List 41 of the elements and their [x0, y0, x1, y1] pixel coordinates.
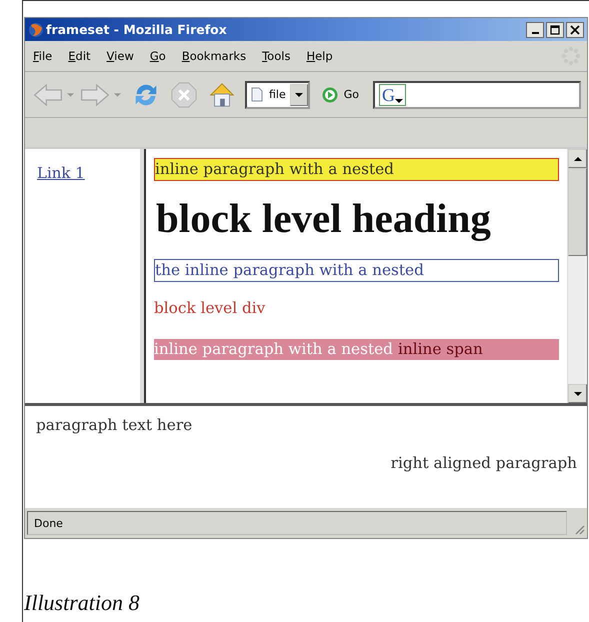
figure-caption: Illustration 8: [24, 590, 141, 616]
go-button[interactable]: Go: [322, 86, 360, 102]
home-icon[interactable]: [208, 80, 236, 108]
scroll-thumb[interactable]: [568, 168, 587, 256]
link[interactable]: Link 1: [37, 164, 85, 182]
paragraph: block level div: [154, 298, 266, 319]
menu-item[interactable]: Go: [150, 49, 166, 63]
resize-grip-icon[interactable]: [573, 523, 585, 535]
highlighted-paragraph: inline paragraph with a nested: [154, 158, 559, 181]
up-arrow-icon: [574, 156, 582, 160]
heading: block level heading: [156, 194, 492, 242]
paragraph: right aligned paragraph: [390, 454, 577, 472]
menu-item[interactable]: View: [106, 49, 134, 63]
globe-icon: [28, 22, 44, 38]
go-icon: [322, 86, 338, 102]
close-button[interactable]: [566, 22, 584, 38]
menu-item[interactable]: Edit: [68, 49, 91, 63]
caret-icon: [294, 92, 303, 96]
status-text: Done: [34, 516, 63, 530]
window-title: frameset - Mozilla Firefox: [46, 22, 228, 37]
close-icon: [570, 24, 580, 34]
menu-item[interactable]: File: [33, 49, 52, 63]
scroll-down-button[interactable]: [568, 384, 587, 403]
minimize-icon: [532, 32, 538, 34]
outlined-paragraph: the inline paragraph with a nested: [154, 259, 559, 282]
maximize-button[interactable]: [546, 22, 564, 38]
stop-icon[interactable]: [170, 80, 198, 108]
inline-span-text: inline span: [398, 339, 483, 360]
maximize-icon: [550, 24, 560, 34]
menu-item[interactable]: Help: [306, 49, 333, 63]
menu-item[interactable]: Bookmarks: [182, 49, 246, 63]
dropdown-button[interactable]: [290, 84, 308, 106]
paragraph-text: inline paragraph with a nested: [154, 339, 393, 360]
page-icon: [251, 87, 263, 102]
paragraph: paragraph text here: [36, 416, 192, 434]
menu-item[interactable]: Tools: [262, 49, 290, 63]
scrollbar[interactable]: [567, 149, 587, 403]
down-arrow-icon: [574, 392, 582, 396]
scroll-up-button[interactable]: [568, 149, 587, 168]
address-dropdown[interactable]: file: [245, 80, 310, 108]
minimize-button[interactable]: [526, 22, 544, 38]
